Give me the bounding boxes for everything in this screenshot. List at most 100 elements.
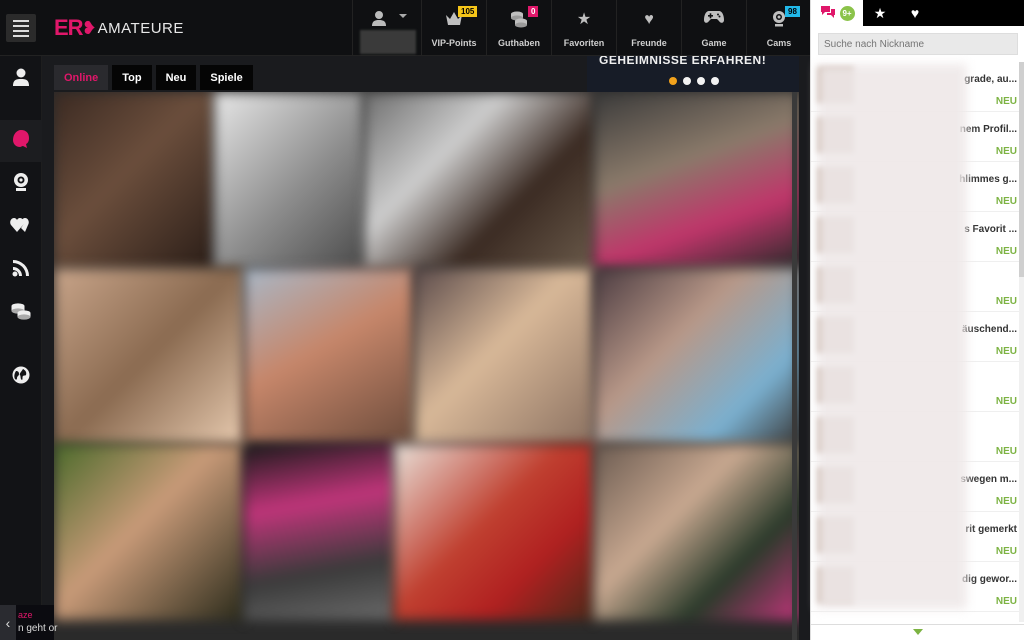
profile-thumbnail[interactable]: [244, 444, 394, 620]
status-badge: NEU: [995, 446, 1017, 457]
hamburger-menu-button[interactable]: [6, 14, 36, 42]
message-snippet: swegen m...: [960, 474, 1017, 485]
chat-bubbles-icon: [820, 5, 836, 22]
chat-footer[interactable]: [811, 624, 1024, 640]
menu-line: [13, 19, 29, 22]
sidebar-item-webcams[interactable]: [0, 163, 42, 205]
heart-icon: ♥: [910, 5, 920, 21]
profile-thumbnail[interactable]: [594, 268, 799, 444]
nav-label: Guthaben: [498, 38, 540, 48]
banner-text: GEHEIMNISSE ERFAHREN!: [599, 56, 767, 67]
sidebar-item-language[interactable]: [0, 356, 42, 398]
guthaben-badge: 0: [528, 6, 539, 17]
nav-label: Cams: [766, 38, 792, 48]
profile-thumbnail[interactable]: [214, 92, 364, 268]
carousel-dot[interactable]: [669, 77, 677, 85]
tab-messages[interactable]: 9+: [811, 0, 863, 26]
sidebar-item-amateurs[interactable]: [0, 120, 42, 162]
tab-online[interactable]: Online: [54, 65, 109, 90]
tab-top[interactable]: Top: [112, 65, 152, 90]
vip-points-badge: 105: [458, 6, 478, 17]
left-sidebar: [0, 56, 42, 640]
carousel-dot[interactable]: [683, 77, 691, 85]
star-icon: ★: [873, 4, 887, 21]
chevron-left-icon[interactable]: ‹: [0, 605, 16, 640]
chevron-down-icon: [913, 629, 923, 635]
profile-pink-icon: [11, 129, 31, 154]
nav-label: Freunde: [631, 38, 667, 48]
site-logo[interactable]: ER ❥ AMATEURE: [54, 14, 184, 42]
nav-label: VIP-Points: [431, 38, 477, 48]
tab-favorites[interactable]: ★: [863, 0, 897, 26]
message-snippet: s Favorit ...: [964, 224, 1017, 235]
nav-vip-points[interactable]: 105 VIP-Points: [421, 0, 486, 56]
logo-amateure-text: AMATEURE: [97, 19, 184, 37]
profile-thumbnail[interactable]: [394, 444, 594, 620]
tab-friends[interactable]: ♥: [898, 0, 932, 26]
nav-cams[interactable]: 98 Cams: [746, 0, 811, 56]
profile-image-grid: [54, 92, 799, 640]
message-snippet: grade, au...: [964, 74, 1017, 85]
status-badge: NEU: [995, 546, 1017, 557]
coins-icon: [509, 10, 529, 30]
chevron-down-icon: [399, 14, 407, 18]
profile-thumbnail[interactable]: [244, 268, 414, 444]
tab-spiele[interactable]: Spiele: [200, 65, 253, 90]
header-nav: 105 VIP-Points 0 Guthaben ★ Favoriten ♥ …: [421, 0, 811, 56]
chat-scrollbar-thumb[interactable]: [1019, 62, 1024, 277]
carousel-dot[interactable]: [697, 77, 705, 85]
logo-heart-icon: ❥: [81, 17, 97, 38]
menu-line: [13, 29, 29, 32]
profile-thumbnail[interactable]: [54, 92, 214, 268]
content-scrollbar[interactable]: [792, 92, 797, 640]
tab-neu[interactable]: Neu: [155, 65, 197, 90]
menu-line: [13, 24, 29, 27]
grid-row: [54, 444, 799, 620]
status-badge: NEU: [995, 146, 1017, 157]
message-snippet: äuschend...: [961, 324, 1017, 335]
cams-badge: 98: [785, 6, 800, 17]
carousel-dots: [669, 77, 719, 85]
nav-guthaben[interactable]: 0 Guthaben: [486, 0, 551, 56]
grid-row: [54, 268, 799, 444]
promo-banner[interactable]: GEHEIMNISSE ERFAHREN!: [587, 56, 799, 92]
nav-label: Game: [701, 38, 727, 48]
news-ticker[interactable]: ‹ aze n geht or: [0, 605, 58, 640]
main-content: Online Top Neu Spiele GEHEIMNISSE ERFAHR…: [42, 56, 810, 640]
nav-freunde[interactable]: ♥ Freunde: [616, 0, 681, 56]
heart-icon: ♥: [644, 11, 654, 28]
profile-thumbnail[interactable]: [364, 92, 594, 268]
carousel-dot[interactable]: [711, 77, 719, 85]
menu-line: [13, 34, 29, 37]
sidebar-item-credits[interactable]: [0, 292, 42, 334]
user-account-menu[interactable]: [352, 0, 420, 56]
gamepad-icon: [704, 10, 724, 30]
status-badge: NEU: [995, 496, 1017, 507]
nav-game[interactable]: Game: [681, 0, 746, 56]
top-header: ER ❥ AMATEURE 105 VIP-Points 0 Guthaben …: [0, 0, 810, 56]
ticker-text: n geht or: [18, 623, 58, 634]
hearts-icon: [10, 217, 32, 238]
profile-thumbnail[interactable]: [414, 268, 594, 444]
globe-icon: [12, 366, 30, 389]
profile-thumbnail[interactable]: [54, 268, 244, 444]
nickname-search-input[interactable]: [818, 33, 1018, 55]
grid-row: [54, 92, 799, 268]
message-snippet: nem Profil...: [959, 124, 1017, 135]
status-badge: NEU: [995, 346, 1017, 357]
profile-thumbnail[interactable]: [594, 444, 799, 620]
user-icon: [13, 68, 29, 91]
nav-favoriten[interactable]: ★ Favoriten: [551, 0, 616, 56]
blurred-usernames: [817, 64, 967, 609]
sidebar-item-friends[interactable]: [0, 206, 42, 248]
profile-thumbnail[interactable]: [54, 444, 244, 620]
sidebar-item-profile[interactable]: [0, 58, 42, 100]
sidebar-item-feed[interactable]: [0, 249, 42, 291]
user-avatar-icon: [371, 10, 387, 31]
status-badge: NEU: [995, 596, 1017, 607]
profile-thumbnail[interactable]: [594, 92, 799, 268]
status-badge: NEU: [995, 396, 1017, 407]
chat-tabs: 9+ ★ ♥: [811, 0, 1024, 26]
star-icon: ★: [576, 11, 592, 28]
message-snippet: hlimmes g...: [959, 174, 1017, 185]
